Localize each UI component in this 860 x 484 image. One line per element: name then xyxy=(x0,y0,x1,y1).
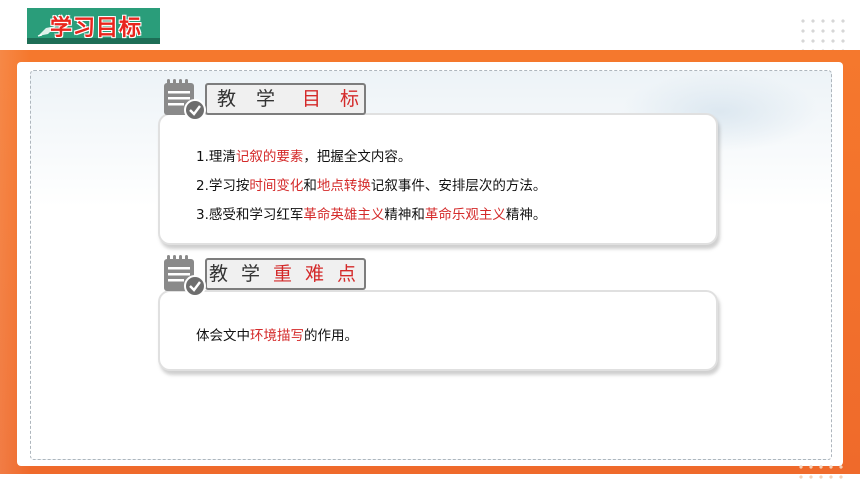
difficulty-label-char: 学 xyxy=(241,263,261,285)
page-title: 学习目标 xyxy=(50,16,143,41)
goal-highlight: 革命英雄主义 xyxy=(303,207,385,223)
difficulty-label: 教 学 重 难 点 xyxy=(205,258,366,290)
goals-label: 教 学 目 标 xyxy=(205,83,366,115)
goal-highlight: 记叙的要素 xyxy=(235,149,304,165)
goal-text: 感受和学习红军 xyxy=(208,207,304,223)
goal-text: 学习按 xyxy=(208,178,250,194)
goal-item-number: 1. xyxy=(196,149,209,165)
goals-label-char: 教 xyxy=(217,88,237,110)
goal-highlight: 革命乐观主义 xyxy=(424,207,506,223)
difficulty-label-char: 重 xyxy=(273,263,293,285)
goal-item-3: 3.感受和学习红军革命英雄主义精神和革命乐观主义精神。 xyxy=(196,203,546,223)
goals-label-char: 标 xyxy=(340,88,360,110)
goal-item-number: 2. xyxy=(196,178,209,194)
goal-text: 精神。 xyxy=(505,207,547,223)
goal-item-number: 3. xyxy=(196,207,209,223)
goal-text: ，把握全文内容。 xyxy=(303,149,412,165)
difficulty-item-1: 体会文中环境描写的作用。 xyxy=(196,324,358,344)
goals-label-char: 学 xyxy=(256,88,276,110)
goal-text: 记叙事件、安排层次的方法。 xyxy=(370,178,547,194)
difficulty-highlight: 环境描写 xyxy=(250,328,304,344)
goal-text: 和 xyxy=(303,178,317,194)
goals-label-char: 目 xyxy=(302,88,322,110)
difficulty-text: 的作用。 xyxy=(304,328,358,344)
bottom-strip xyxy=(0,474,860,484)
dot-grid-decoration xyxy=(796,462,846,482)
goal-text: 理清 xyxy=(208,149,236,165)
notepad-check-icon xyxy=(164,255,206,297)
difficulty-label-char: 教 xyxy=(209,263,229,285)
goal-text: 精神和 xyxy=(384,207,425,223)
difficulty-text: 体会文中 xyxy=(196,328,250,344)
dot-grid-decoration xyxy=(798,16,846,50)
goal-item-1: 1.理清记叙的要素，把握全文内容。 xyxy=(196,145,411,165)
goal-highlight: 时间变化 xyxy=(249,178,304,194)
goal-item-2: 2.学习按时间变化和地点转换记叙事件、安排层次的方法。 xyxy=(196,174,546,194)
goal-highlight: 地点转换 xyxy=(316,178,371,194)
difficulty-label-char: 点 xyxy=(337,263,357,285)
difficulty-label-char: 难 xyxy=(305,263,325,285)
notepad-check-icon xyxy=(164,79,206,121)
